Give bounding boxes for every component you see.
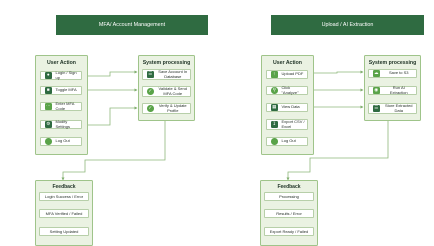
system-verify-profile: ✓ Verify & Update Profile bbox=[142, 103, 191, 114]
panel-title: User Action bbox=[273, 60, 302, 66]
logout-icon bbox=[271, 138, 278, 145]
system-run-ai: ◉ Run AI Extraction bbox=[368, 85, 417, 95]
action-log-out[interactable]: Log Out bbox=[40, 137, 82, 146]
panel-title: Feedback bbox=[52, 184, 76, 190]
feedback-login-result: Login Success / Error bbox=[39, 192, 89, 201]
action-toggle-mfa[interactable]: ■ Toggle MFA bbox=[40, 86, 82, 95]
feedback-export-ready: Export Ready / Failed bbox=[264, 227, 314, 236]
panel-title: System processing bbox=[142, 60, 191, 66]
feedback-mfa-result: MFA Verified / Failed bbox=[39, 209, 89, 218]
action-enter-mfa-code[interactable]: ⋯ Enter MFA Code bbox=[40, 101, 82, 111]
table-icon: ▦ bbox=[271, 104, 278, 111]
feedback-settings-result: Setting Updated bbox=[39, 227, 89, 236]
database-icon: ☰ bbox=[373, 105, 380, 112]
export-icon: ↧ bbox=[271, 121, 278, 128]
feedback-processing: Processing bbox=[264, 192, 314, 201]
arrow-upload-to-s3 bbox=[311, 70, 364, 74]
user-icon: ● bbox=[45, 72, 52, 79]
action-export[interactable]: ↧ Export CSV / Excel bbox=[266, 119, 308, 130]
left-feedback-panel: Feedback Login Success / Error MFA Verif… bbox=[35, 180, 93, 246]
arrow-login-to-save bbox=[84, 70, 138, 77]
right-feedback-panel: Feedback Processing Results / Error Expo… bbox=[260, 180, 318, 246]
cloud-icon: ☁ bbox=[373, 70, 380, 77]
right-system-panel: System processing ☁ Save to S3 ◉ Run AI Ex… bbox=[364, 55, 421, 121]
check-icon: ✓ bbox=[147, 105, 154, 112]
panel-title: System processing bbox=[368, 60, 417, 66]
upload-icon: ↑ bbox=[271, 71, 278, 78]
feedback-results: Results / Error bbox=[264, 209, 314, 218]
system-save-account: ☰ Save Account In Database bbox=[142, 69, 191, 80]
database-icon: ☰ bbox=[147, 71, 154, 78]
left-system-panel: System processing ☰ Save Account In Datab… bbox=[138, 55, 195, 121]
action-view-data[interactable]: ▦ View Data bbox=[266, 103, 308, 112]
robot-icon: ◉ bbox=[373, 87, 380, 94]
action-login[interactable]: ● Login / Sign up bbox=[40, 70, 82, 80]
left-user-action-panel: User Action ● Login / Sign up ■ Toggle MFA… bbox=[35, 55, 88, 155]
search-icon: ⚲ bbox=[271, 87, 278, 94]
right-user-action-panel: User Action ↑ Upload PDF ⚲ Click "Analyze"… bbox=[261, 55, 314, 155]
system-save-s3: ☁ Save to S3 bbox=[368, 69, 417, 78]
system-store-data: ☰ Store Extracted Data bbox=[368, 103, 417, 114]
right-banner: Upload / AI Extraction bbox=[271, 15, 424, 35]
logout-icon bbox=[45, 138, 52, 145]
action-click-analyze[interactable]: ⚲ Click "Analyze" bbox=[266, 85, 308, 95]
left-banner: MFA/ Account Management bbox=[56, 15, 208, 35]
keyboard-icon: ⋯ bbox=[45, 103, 52, 110]
arrow-modify-to-verify bbox=[84, 106, 138, 126]
panel-title: Feedback bbox=[277, 184, 301, 190]
action-upload-pdf[interactable]: ↑ Upload PDF bbox=[266, 70, 308, 79]
system-validate-mfa: ✓ Validate & Send MFA Code bbox=[142, 86, 191, 97]
settings-icon: ⚙ bbox=[45, 121, 52, 128]
shield-icon: ✓ bbox=[147, 88, 154, 95]
panel-title: User Action bbox=[47, 60, 76, 66]
toggle-icon: ■ bbox=[45, 87, 52, 94]
action-log-out[interactable]: Log Out bbox=[266, 137, 308, 146]
action-modify-settings[interactable]: ⚙ Modify Settings bbox=[40, 119, 82, 129]
